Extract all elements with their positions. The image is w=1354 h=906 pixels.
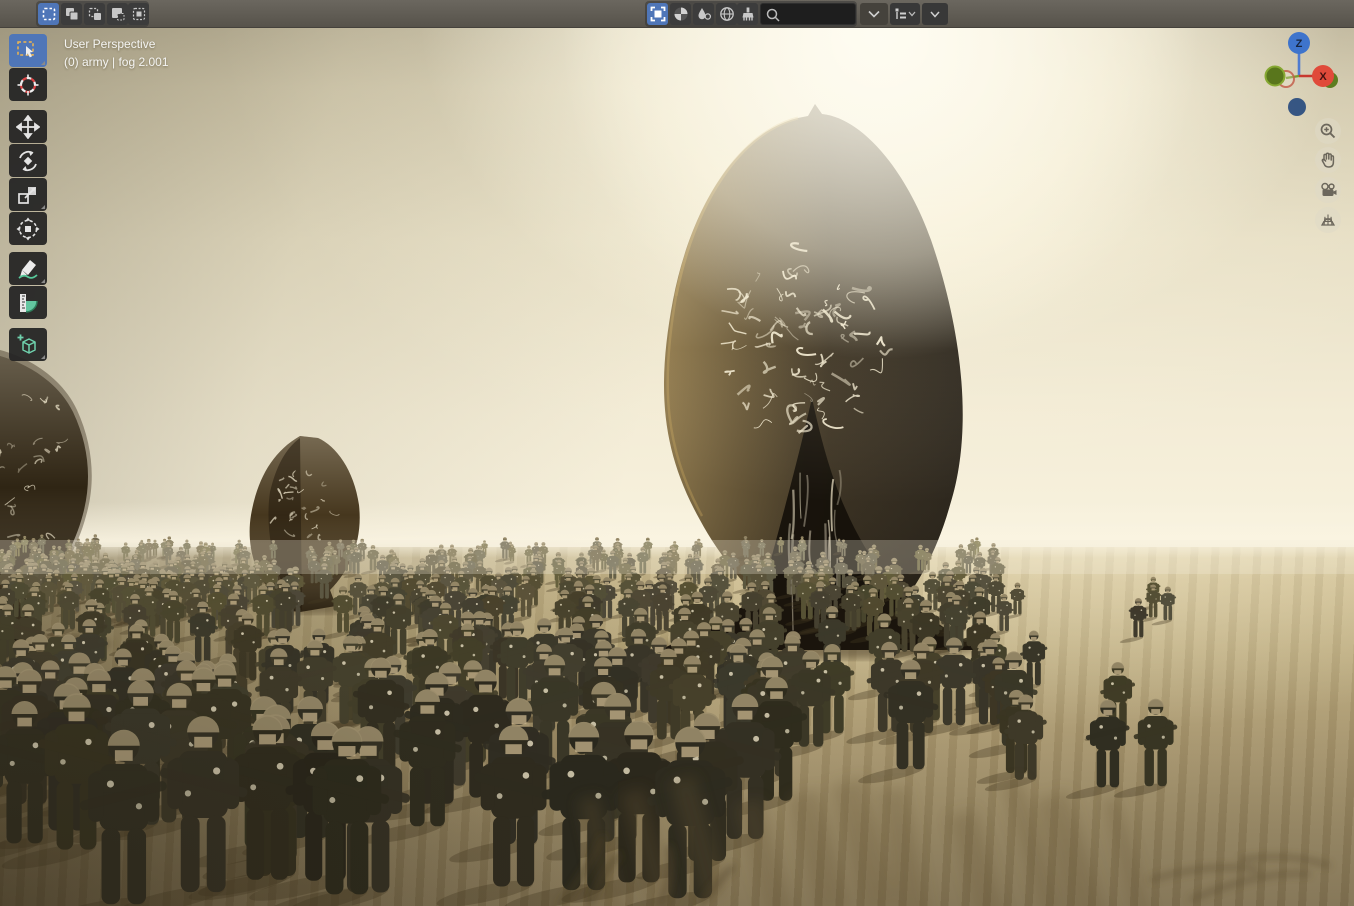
crowd-haze <box>0 540 1354 574</box>
annotate-tool[interactable] <box>9 252 47 285</box>
measure-tool[interactable] <box>9 286 47 319</box>
axis-x-label: X <box>1319 71 1327 83</box>
rotate-tool[interactable] <box>9 144 47 177</box>
viewport-canvas[interactable] <box>0 0 1354 906</box>
camera-icon <box>1321 182 1337 196</box>
subtool-corner <box>41 61 45 65</box>
select-box-tool[interactable] <box>9 34 47 67</box>
blender-window: User Perspective (0) army | fog 2.001 Z … <box>0 0 1354 906</box>
navigation-gizmo[interactable]: Z X <box>1256 30 1342 126</box>
select-intersect-icon[interactable] <box>128 3 149 25</box>
axis-z-label: Z <box>1296 38 1303 50</box>
move-tool[interactable] <box>9 110 47 143</box>
chevron-down-icon <box>908 11 916 17</box>
select-new-icon[interactable] <box>38 3 59 25</box>
checker-sphere-icon[interactable] <box>670 3 691 25</box>
subtool-corner <box>41 355 45 359</box>
globe-icon[interactable] <box>716 3 737 25</box>
options-dropdown[interactable] <box>922 3 948 25</box>
view-name-text: User Perspective <box>64 37 156 51</box>
axis-y-neg-ball[interactable] <box>1264 65 1286 87</box>
subtool-corner <box>41 205 45 209</box>
grid-dome-icon <box>1320 214 1336 226</box>
select-subtract-icon[interactable] <box>84 3 105 25</box>
view-layer-icon <box>895 8 906 19</box>
cursor-tool[interactable] <box>9 68 47 101</box>
transform-tool[interactable] <box>9 212 47 245</box>
select-extend-icon[interactable] <box>61 3 82 25</box>
viewport-overlay-text: User Perspective (0) army | fog 2.001 <box>64 35 169 71</box>
subtool-corner <box>41 279 45 283</box>
perspective-toggle-button[interactable] <box>1315 207 1341 233</box>
pan-button[interactable] <box>1315 147 1341 173</box>
brush-icon[interactable] <box>737 3 758 25</box>
search-input[interactable] <box>783 8 867 20</box>
select-invert-icon[interactable] <box>107 3 128 25</box>
camera-view-button[interactable] <box>1315 177 1341 203</box>
add-cube-tool[interactable] <box>9 328 47 361</box>
droplet-icon[interactable] <box>693 3 714 25</box>
hand-icon <box>1321 152 1335 168</box>
active-object-text: (0) army | fog 2.001 <box>64 55 169 69</box>
tool-settings-header <box>0 0 1354 28</box>
view-layer-dropdown[interactable] <box>890 3 920 25</box>
search-icon <box>766 8 780 22</box>
scale-tool[interactable] <box>9 178 47 211</box>
header-search[interactable] <box>760 3 867 25</box>
region-corners-icon[interactable] <box>647 3 668 25</box>
axis-z-neg-ball[interactable] <box>1288 98 1306 116</box>
zoom-plus-icon <box>1320 123 1336 139</box>
zoom-button[interactable] <box>1315 118 1341 144</box>
collapsed-menu-dropdown[interactable] <box>860 3 888 25</box>
